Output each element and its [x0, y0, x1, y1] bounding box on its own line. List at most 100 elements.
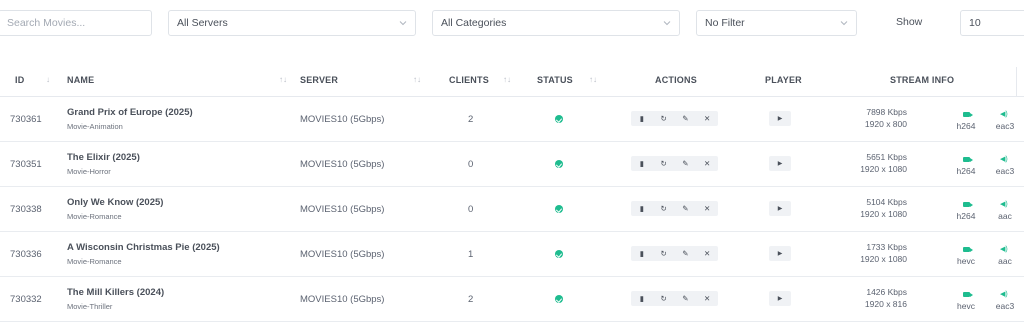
stream-bitrate: 7898 Kbps: [866, 107, 907, 117]
close-icon[interactable]: ✕: [696, 111, 718, 126]
refresh-icon[interactable]: ↻: [653, 201, 675, 216]
clients-count: 2: [468, 294, 474, 305]
chevron-down-icon: [399, 21, 407, 26]
row-id: 730336: [10, 249, 42, 260]
document-icon[interactable]: ▮: [631, 156, 653, 171]
row-id: 730338: [10, 204, 42, 215]
stream-resolution: 1920 x 1080: [860, 164, 907, 174]
row-id: 730361: [10, 114, 42, 125]
action-group: ▮ ↻ ✎ ✕: [631, 246, 718, 261]
refresh-icon[interactable]: ↻: [653, 156, 675, 171]
check-circle-icon: [555, 205, 563, 213]
sort-arrows-icon[interactable]: ↑↓: [589, 75, 597, 84]
server-name: MOVIES10 (5Gbps): [300, 204, 385, 215]
stream-bitrate: 5104 Kbps: [866, 197, 907, 207]
refresh-icon[interactable]: ↻: [653, 246, 675, 261]
stream-bitrate: 1426 Kbps: [866, 287, 907, 297]
document-icon[interactable]: ▮: [631, 246, 653, 261]
sort-arrows-icon[interactable]: ↑↓: [503, 75, 511, 84]
server-name: MOVIES10 (5Gbps): [300, 249, 385, 260]
column-stream-info: STREAM INFO: [890, 75, 955, 85]
movie-category: Movie-Animation: [67, 122, 123, 131]
search-placeholder: Search Movies...: [7, 17, 86, 29]
check-circle-icon: [555, 295, 563, 303]
video-codec: h264: [956, 166, 976, 176]
movie-category: Movie-Romance: [67, 257, 122, 266]
movie-title[interactable]: The Elixir (2025): [67, 152, 140, 163]
close-icon[interactable]: ✕: [696, 291, 718, 306]
clients-count: 1: [468, 249, 474, 260]
speaker-icon: ◀): [1000, 291, 1008, 298]
pencil-icon[interactable]: ✎: [675, 246, 697, 261]
video-camera-icon: [963, 247, 973, 252]
play-button[interactable]: ▶: [769, 291, 791, 306]
video-codec: h264: [956, 211, 976, 221]
play-button[interactable]: ▶: [769, 111, 791, 126]
action-group: ▮ ↻ ✎ ✕: [631, 201, 718, 216]
clients-count: 0: [468, 204, 474, 215]
video-camera-icon: [963, 157, 973, 162]
show-label: Show: [896, 16, 923, 28]
stream-resolution: 1920 x 1080: [860, 209, 907, 219]
action-group: ▮ ↻ ✎ ✕: [631, 156, 718, 171]
speaker-icon: ◀): [1000, 111, 1008, 118]
page-size-select[interactable]: 10: [960, 10, 1024, 36]
table-row: 730351 The Elixir (2025) Movie-Horror MOVIE…: [0, 142, 1024, 187]
sort-arrows-icon[interactable]: ↑↓: [279, 75, 287, 84]
close-icon[interactable]: ✕: [696, 201, 718, 216]
check-circle-icon: [555, 250, 563, 258]
action-group: ▮ ↻ ✎ ✕: [631, 291, 718, 306]
play-button[interactable]: ▶: [769, 246, 791, 261]
pencil-icon[interactable]: ✎: [675, 156, 697, 171]
row-id: 730332: [10, 294, 42, 305]
column-server[interactable]: SERVER: [300, 75, 338, 85]
clients-count: 0: [468, 159, 474, 170]
clients-count: 2: [468, 114, 474, 125]
scrollbar[interactable]: [1016, 67, 1017, 97]
audio-codec: aac: [998, 211, 1012, 221]
audio-codec: eac3: [995, 301, 1015, 311]
video-camera-icon: [963, 112, 973, 117]
check-circle-icon: [555, 160, 563, 168]
table-row: 730338 Only We Know (2025) Movie-Romance MO…: [0, 187, 1024, 232]
column-actions: ACTIONS: [655, 75, 697, 85]
play-button[interactable]: ▶: [769, 156, 791, 171]
movie-title[interactable]: Grand Prix of Europe (2025): [67, 107, 193, 118]
column-name[interactable]: NAME: [67, 75, 94, 85]
play-button[interactable]: ▶: [769, 201, 791, 216]
sort-arrows-icon[interactable]: ↑↓: [413, 75, 421, 84]
pencil-icon[interactable]: ✎: [675, 201, 697, 216]
refresh-icon[interactable]: ↻: [653, 291, 675, 306]
column-status[interactable]: STATUS: [537, 75, 573, 85]
audio-codec: aac: [998, 256, 1012, 266]
server-select[interactable]: All Servers: [168, 10, 416, 36]
stream-bitrate: 1733 Kbps: [866, 242, 907, 252]
category-select[interactable]: All Categories: [432, 10, 680, 36]
pencil-icon[interactable]: ✎: [675, 291, 697, 306]
movie-title[interactable]: The Mill Killers (2024): [67, 287, 164, 298]
close-icon[interactable]: ✕: [696, 246, 718, 261]
filter-select[interactable]: No Filter: [696, 10, 857, 36]
search-input[interactable]: Search Movies...: [0, 10, 152, 36]
table-row: 730332 The Mill Killers (2024) Movie-Thril…: [0, 277, 1024, 322]
document-icon[interactable]: ▮: [631, 111, 653, 126]
server-name: MOVIES10 (5Gbps): [300, 294, 385, 305]
action-group: ▮ ↻ ✎ ✕: [631, 111, 718, 126]
document-icon[interactable]: ▮: [631, 291, 653, 306]
movie-title[interactable]: Only We Know (2025): [67, 197, 163, 208]
close-icon[interactable]: ✕: [696, 156, 718, 171]
column-clients[interactable]: CLIENTS: [449, 75, 489, 85]
category-select-value: All Categories: [441, 17, 507, 29]
document-icon[interactable]: ▮: [631, 201, 653, 216]
server-select-value: All Servers: [177, 17, 228, 29]
movie-title[interactable]: A Wisconsin Christmas Pie (2025): [67, 242, 220, 253]
stream-resolution: 1920 x 1080: [860, 254, 907, 264]
video-codec: hevc: [957, 256, 975, 266]
audio-codec: eac3: [995, 166, 1015, 176]
column-id[interactable]: ID: [15, 75, 24, 85]
sort-arrows-icon[interactable]: ↓: [46, 75, 50, 84]
refresh-icon[interactable]: ↻: [653, 111, 675, 126]
pencil-icon[interactable]: ✎: [675, 111, 697, 126]
filter-select-value: No Filter: [705, 17, 745, 29]
table-row: 730361 Grand Prix of Europe (2025) Movie-A…: [0, 97, 1024, 142]
